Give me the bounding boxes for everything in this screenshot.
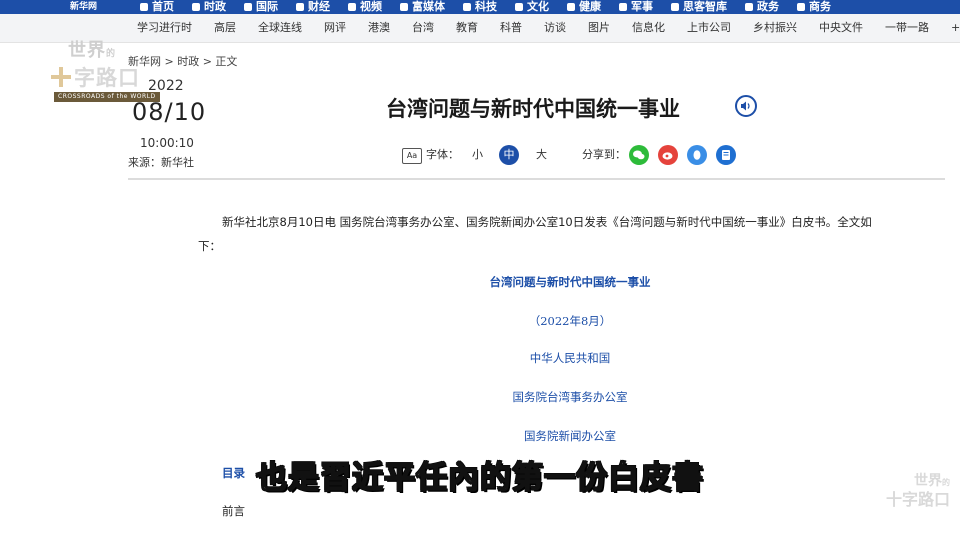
nav-icon <box>348 3 356 11</box>
subnav-item[interactable]: 乡村振兴 <box>742 14 808 42</box>
issuer-taiwan-office: 国务院台湾事务办公室 <box>512 390 628 404</box>
subnav-item[interactable]: 全球连线 <box>247 14 313 42</box>
subnav-item[interactable]: 科普 <box>489 14 533 42</box>
top-nav-item[interactable]: 国际 <box>244 0 278 14</box>
nav-icon <box>619 3 627 11</box>
subnav-item[interactable]: 高层 <box>203 14 247 42</box>
issuer-prc: 中华人民共和国 <box>529 351 611 365</box>
publish-time: 10:00:10 <box>140 136 194 150</box>
weibo-share-button[interactable] <box>658 145 678 165</box>
note-share-button[interactable] <box>716 145 736 165</box>
article-source: 来源：新华社 <box>128 156 194 169</box>
subnav-item[interactable]: 上市公司 <box>676 14 742 42</box>
video-subtitle: 也是習近平任內的第一份白皮書 <box>255 459 704 497</box>
share-label: 分享到： <box>582 148 626 161</box>
subnav-item[interactable]: 访谈 <box>533 14 577 42</box>
document-date: （2022年8月） <box>528 314 612 328</box>
speaker-icon <box>741 101 750 111</box>
subnav-item[interactable]: 教育 <box>445 14 489 42</box>
top-nav-item[interactable]: 视频 <box>348 0 382 14</box>
nav-icon <box>296 3 304 11</box>
top-nav-item[interactable]: 商务 <box>797 0 831 14</box>
font-size-icon: Aa <box>402 148 422 164</box>
breadcrumb[interactable]: 新华网 > 时政 > 正文 <box>128 53 237 69</box>
top-nav-bar: 新华网 首页 时政 国际 财经 视频 富媒体 科技 文化 健康 军事 思客智库 … <box>0 0 960 14</box>
corner-watermark-line2: 十字路口 <box>885 490 950 509</box>
subnav-item[interactable]: 台湾 <box>401 14 445 42</box>
nav-icon <box>671 3 679 11</box>
divider <box>128 178 945 180</box>
publish-date: 08/10 <box>132 98 207 126</box>
subnav-item[interactable]: 港澳 <box>357 14 401 42</box>
top-nav-items: 首页 时政 国际 财经 视频 富媒体 科技 文化 健康 军事 思客智库 政务 商… <box>140 0 831 14</box>
nav-icon <box>400 3 408 11</box>
weibo-icon <box>662 152 673 160</box>
top-nav-item[interactable]: 时政 <box>192 0 226 14</box>
cross-icon <box>51 67 71 87</box>
top-nav-item[interactable]: 政务 <box>745 0 779 14</box>
subnav-more-button[interactable]: + <box>940 14 960 42</box>
top-nav-item[interactable]: 富媒体 <box>400 0 445 14</box>
font-size-medium[interactable]: 中 <box>499 145 519 165</box>
subnav-item[interactable]: 网评 <box>313 14 357 42</box>
nav-icon <box>244 3 252 11</box>
corner-watermark-line1: 世界的 <box>914 473 950 489</box>
subnav-item[interactable]: 一带一路 <box>874 14 940 42</box>
note-icon <box>722 150 730 160</box>
subnav-item[interactable]: 信息化 <box>621 14 676 42</box>
nav-icon <box>192 3 200 11</box>
nav-icon <box>745 3 753 11</box>
nav-icon <box>567 3 575 11</box>
font-size-large[interactable]: 大 <box>536 145 547 165</box>
top-nav-item[interactable]: 文化 <box>515 0 549 14</box>
preface-heading: 前言 <box>222 504 245 518</box>
document-title: 台湾问题与新时代中国统一事业 <box>489 275 651 289</box>
qq-icon <box>693 150 701 160</box>
issuer-press-office: 国务院新闻办公室 <box>524 429 616 443</box>
top-nav-item[interactable]: 军事 <box>619 0 653 14</box>
wechat-icon <box>633 150 645 160</box>
subnav-item[interactable]: 中央文件 <box>808 14 874 42</box>
page-title: 台湾问题与新时代中国统一事业 <box>386 97 680 121</box>
top-nav-item[interactable]: 健康 <box>567 0 601 14</box>
corner-watermark: 世界的 十字路口 <box>880 473 950 508</box>
top-nav-item[interactable]: 科技 <box>463 0 497 14</box>
wechat-share-button[interactable] <box>629 145 649 165</box>
font-size-label: 字体： <box>426 148 459 161</box>
subnav-item[interactable]: 图片 <box>577 14 621 42</box>
nav-icon <box>797 3 805 11</box>
top-nav-item[interactable]: 思客智库 <box>671 0 727 14</box>
audio-play-button[interactable] <box>735 95 757 117</box>
logo-line1: 世界的 <box>68 40 117 61</box>
publish-year: 2022 <box>148 78 184 94</box>
top-nav-item[interactable]: 财经 <box>296 0 330 14</box>
site-brand[interactable]: 新华网 <box>70 0 97 14</box>
font-size-small[interactable]: 小 <box>472 145 483 165</box>
qq-share-button[interactable] <box>687 145 707 165</box>
nav-icon <box>463 3 471 11</box>
top-nav-item[interactable]: 首页 <box>140 0 174 14</box>
nav-icon <box>515 3 523 11</box>
article-lead: 新华社北京8月10日电 国务院台湾事务办公室、国务院新闻办公室10日发表《台湾问… <box>198 215 872 253</box>
nav-icon <box>140 3 148 11</box>
